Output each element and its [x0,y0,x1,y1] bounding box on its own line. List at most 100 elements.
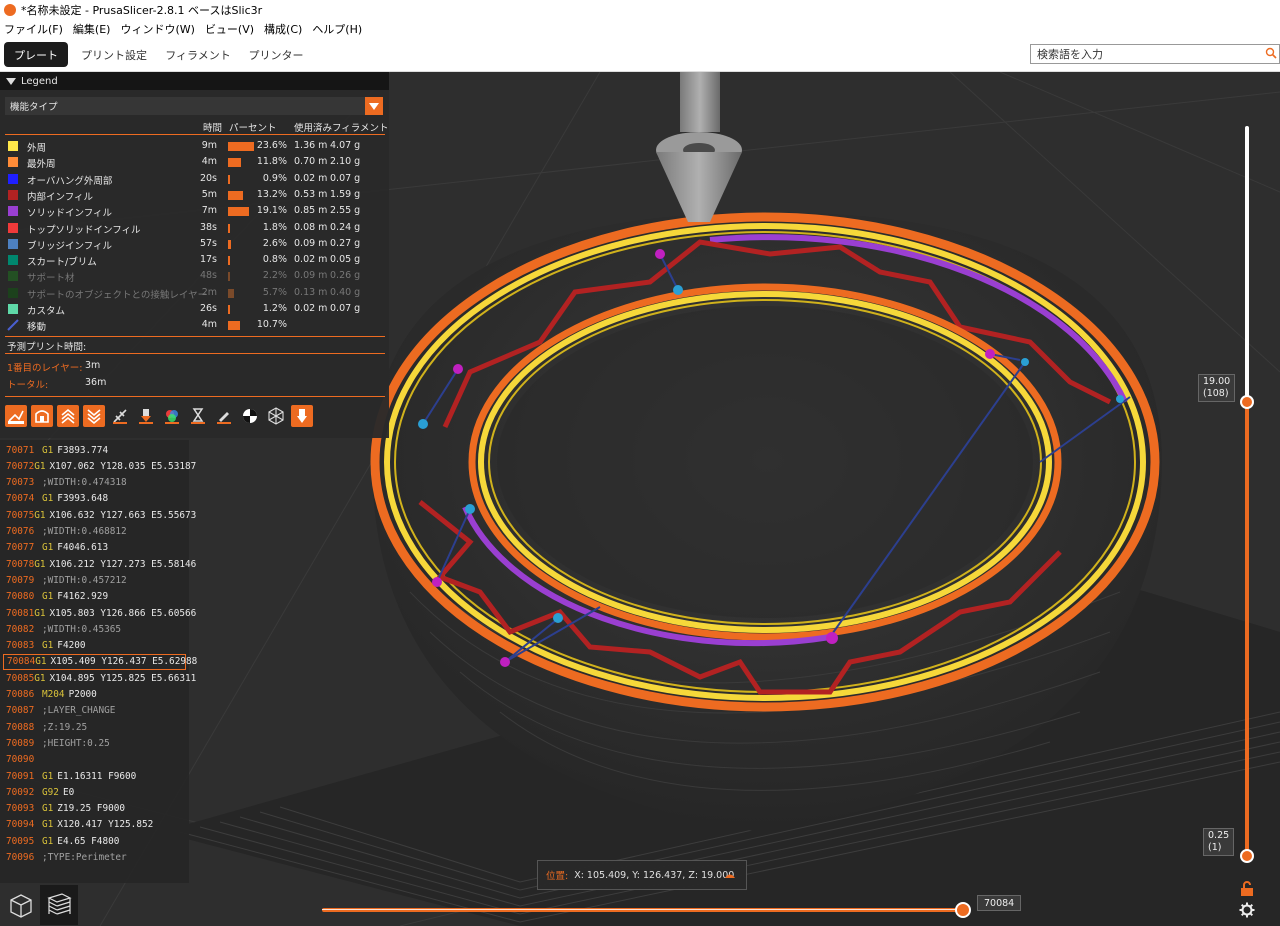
horizontal-move-slider[interactable] [322,908,964,912]
menu-file[interactable]: ファイル(F) [4,21,63,37]
legend-item[interactable]: サポート材 48s 2.2% 0.09 m 0.26 g [0,268,389,284]
menu-window[interactable]: ウィンドウ(W) [120,21,194,37]
gcode-line[interactable]: 70090 [0,752,189,768]
legend-header[interactable]: Legend [0,72,389,90]
travel-line-icon [7,319,19,332]
gcode-command: G1 [35,656,47,668]
tool-marker-toggle-icon[interactable] [291,405,313,427]
gcode-line[interactable]: 70086 M204 P2000 [0,687,189,703]
gcode-line-number: 70079 [6,574,35,586]
gcode-command: M204 [42,689,65,700]
gcode-line[interactable]: 70076 ;WIDTH:0.468812 [0,524,189,540]
unlock-icon[interactable] [1240,881,1254,897]
view-type-select[interactable]: 機能タイプ [5,97,383,115]
gcode-viewer[interactable]: 70071 G1 F3893.774 70072 G1 X107.062 Y128.035… [0,440,197,883]
menu-edit[interactable]: 編集(E) [73,21,111,37]
vertical-slider-top-thumb[interactable] [1240,395,1254,409]
gcode-line-number: 70081 [6,607,35,619]
gcode-line[interactable]: 70081 G1 X105.803 Y126.866 E5.60566 [0,605,196,621]
gcode-line[interactable]: 70082 ;WIDTH:0.45365 [0,621,189,637]
legend-item[interactable]: オーバハング外周部 20s 0.9% 0.02 m 0.07 g [0,171,389,187]
shells-toggle-icon[interactable] [265,405,287,427]
gcode-line[interactable]: 70085 G1 X104.895 Y125.825 E5.66311 [0,670,196,686]
gcode-line[interactable]: 70093 G1 Z19.25 F9000 [0,801,189,817]
legend-item-bar [228,190,243,200]
legend-item-length: 0.02 m [294,172,328,184]
gcode-line-number: 70074 [6,493,35,505]
legend-item-weight: 0.07 g [330,172,361,184]
custom-gcode-toggle-icon[interactable] [213,405,235,427]
tab-printer[interactable]: プリンター [240,42,312,67]
menu-view[interactable]: ビュー(V) [205,21,254,37]
gcode-line[interactable]: 70077 G1 F4046.613 [0,540,189,556]
legend-item[interactable]: トップソリッドインフィル 38s 1.8% 0.08 m 0.24 g [0,220,389,236]
horizontal-slider-thumb[interactable] [955,902,971,918]
gcode-command: G1 [34,558,46,570]
gcode-comment: ;HEIGHT:0.25 [42,737,110,749]
top-layer-index: (108) [1203,388,1229,399]
gcode-line[interactable]: 70088 ;Z:19.25 [0,719,189,735]
gcode-line[interactable]: 70087 ;LAYER_CHANGE [0,703,189,719]
gear-icon[interactable] [1239,902,1255,918]
pause-prints-toggle-icon[interactable] [187,405,209,427]
legend-item[interactable]: 外周 9m 23.6% 1.36 m 4.07 g [0,138,389,154]
gcode-arguments: X105.409 Y126.437 E5.62988 [50,656,198,668]
gcode-line-number: 70092 [6,786,35,798]
3d-view-button[interactable] [2,885,40,925]
gcode-line[interactable]: 70092 G92 E0 [0,784,189,800]
legend-item-percent: 1.8% [262,221,287,233]
tab-filament[interactable]: フィラメント [162,42,234,67]
preview-button[interactable] [40,885,78,925]
gcode-line[interactable]: 70074 G1 F3993.648 [0,491,189,507]
gcode-line[interactable]: 70083 G1 F4200 [0,638,189,654]
legend-item[interactable]: ブリッジインフィル 57s 2.6% 0.09 m 0.27 g [0,236,389,252]
legend-item[interactable]: カスタム 26s 1.2% 0.02 m 0.07 g [0,301,389,317]
color-changes-toggle-icon[interactable] [161,405,183,427]
search-icon[interactable] [1265,47,1277,59]
gcode-line[interactable]: 70095 G1 E4.65 F4800 [0,833,189,849]
gcode-line[interactable]: 70075 G1 X106.632 Y127.663 E5.55673 [0,507,196,523]
deretractions-toggle-icon[interactable] [83,405,105,427]
center-of-gravity-toggle-icon[interactable] [239,405,261,427]
gcode-command: G1 [42,640,54,652]
collapse-triangle-icon[interactable] [6,77,16,85]
horizontal-slider-value: 70084 [977,895,1022,911]
legend-item[interactable]: スカート/ブリム 17s 0.8% 0.02 m 0.05 g [0,252,389,268]
tab-plater[interactable]: プレート [4,42,68,67]
legend-item[interactable]: 最外周 4m 11.8% 0.70 m 2.10 g [0,154,389,170]
legend-item-name: 外周 [27,143,47,154]
search-box[interactable]: 検索語を入力 [1030,44,1280,64]
collapse-up-icon[interactable] [724,872,736,879]
gcode-line[interactable]: 70072 G1 X107.062 Y128.035 E5.53187 [0,458,196,474]
wipe-toggle-icon[interactable] [31,405,53,427]
travel-toggle-icon[interactable] [5,405,27,427]
legend-item[interactable]: サポートのオブジェクトとの接触レイヤー 2m 5.7% 0.13 m 0.40 g [0,285,389,301]
legend-item[interactable]: ソリッドインフィル 7m 19.1% 0.85 m 2.55 g [0,203,389,219]
seams-toggle-icon[interactable] [109,405,131,427]
bottom-layer-index: (1) [1208,842,1222,853]
legend-item[interactable]: 内部インフィル 5m 13.2% 0.53 m 1.59 g [0,187,389,203]
gcode-line[interactable]: 70071 G1 F3893.774 [0,442,189,458]
gcode-line[interactable]: 70094 G1 X120.417 Y125.852 [0,817,189,833]
menu-configuration[interactable]: 構成(C) [264,21,302,37]
chevron-down-icon[interactable] [365,97,383,115]
gcode-line[interactable]: 70089 ;HEIGHT:0.25 [0,735,189,751]
gcode-line[interactable]: 70073 ;WIDTH:0.474318 [0,475,189,491]
gcode-line[interactable]: 70096 ;TYPE:Perimeter [0,850,189,866]
legend-item-time: 38s [199,221,217,233]
menu-help[interactable]: ヘルプ(H) [312,21,362,37]
gcode-line[interactable]: 70091 G1 E1.16311 F9600 [0,768,189,784]
retractions-toggle-icon[interactable] [57,405,79,427]
gcode-line[interactable]: 70078 G1 X106.212 Y127.273 E5.58146 [0,556,196,572]
tab-print-settings[interactable]: プリント設定 [78,42,150,67]
gcode-line[interactable]: 70080 G1 F4162.929 [0,589,189,605]
gcode-comment: ;WIDTH:0.457212 [42,574,127,586]
gcode-arguments: P2000 [68,689,97,700]
gcode-arguments: X107.062 Y128.035 E5.53187 [49,460,197,472]
tool-changes-toggle-icon[interactable] [135,405,157,427]
gcode-line[interactable]: 70079 ;WIDTH:0.457212 [0,572,189,588]
legend-item-travel[interactable]: 移動 4m 10.7% [0,317,389,333]
gcode-line-current[interactable]: 70084 G1 X105.409 Y126.437 E5.62988 [3,653,197,670]
vertical-slider-bottom-thumb[interactable] [1240,849,1254,863]
gcode-line-number: 70096 [6,852,35,863]
